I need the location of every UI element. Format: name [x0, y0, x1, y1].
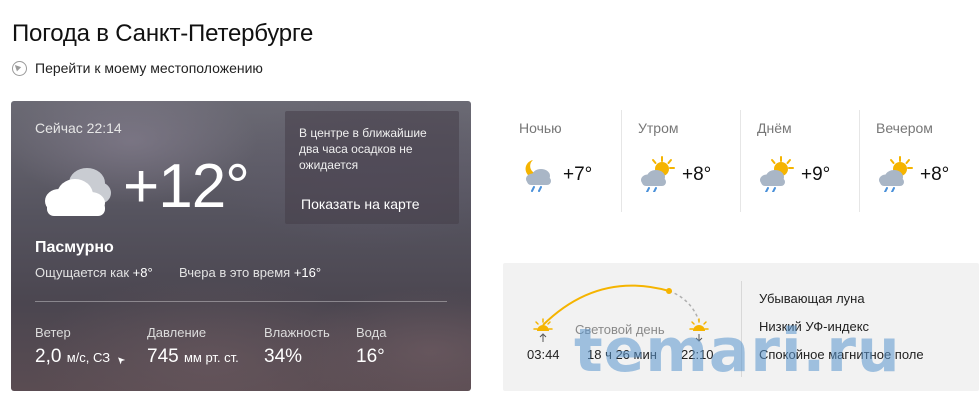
sunset-time: 22:10 [681, 347, 714, 362]
magnetic-field: Спокойное магнитное поле [759, 347, 924, 362]
locate-link[interactable]: Перейти к моему местоположению [12, 60, 263, 76]
location-arrow-icon [12, 60, 27, 76]
day-part-morning[interactable]: Утром +8° [622, 110, 741, 212]
wind-value: 2,0 [35, 346, 62, 367]
humidity-value: 34% [264, 346, 303, 367]
water-param: Вода 16° [356, 325, 386, 368]
page-title: Погода в Санкт-Петербурге [12, 20, 314, 47]
day-part-day[interactable]: Днём +9° [741, 110, 860, 212]
day-parts: Ночью +7° Утром +8° Днём +9° Вечером +8° [503, 110, 979, 212]
moon-phase: Убывающая луна [759, 291, 865, 306]
sun-cloud-rain-icon [641, 156, 675, 192]
wind-label: Ветер [35, 325, 71, 340]
cloudy-icon [45, 168, 111, 216]
current-time: Сейчас 22:14 [35, 120, 122, 136]
divider [35, 301, 447, 302]
feels-like-value: +8° [132, 265, 153, 280]
current-weather-card: Сейчас 22:14 +12° Пасмурно Ощущается как… [11, 101, 471, 391]
uv-index: Низкий УФ-индекс [759, 319, 870, 334]
day-part-temp: +8° [682, 164, 712, 185]
yesterday-value: +16° [293, 265, 322, 280]
sunset-icon [689, 318, 709, 342]
locate-link-label: Перейти к моему местоположению [35, 60, 263, 76]
day-part-evening[interactable]: Вечером +8° [860, 110, 979, 212]
day-part-label: Утром [638, 120, 679, 136]
nowcast-text: В центре в ближайшие два часа осадков не… [299, 126, 427, 172]
feels-like-label: Ощущается как [35, 265, 130, 280]
yesterday-label: Вчера в это время [179, 265, 291, 280]
moon-cloud-rain-icon [525, 160, 551, 192]
wind-param: Ветер 2,0 м/с, СЗ ➤ [35, 325, 129, 368]
divider [741, 281, 742, 377]
day-part-temp: +9° [801, 164, 831, 185]
humidity-param: Влажность 34% [264, 325, 330, 368]
daylight-length: 18 ч 26 мин [587, 347, 657, 362]
day-part-temp: +8° [920, 164, 950, 185]
sun-cloud-rain-icon [760, 156, 794, 192]
day-part-label: Вечером [876, 120, 933, 136]
pressure-value: 745 [147, 346, 179, 367]
pressure-param: Давление 745 мм рт. ст. [147, 325, 239, 368]
sun-moon-panel: Световой день 03:44 18 ч 26 мин 22:10 Уб… [503, 263, 979, 391]
water-label: Вода [356, 325, 387, 340]
pressure-unit: мм рт. ст. [183, 350, 239, 365]
wind-direction-icon: ➤ [114, 352, 129, 367]
nowcast-panel: В центре в ближайшие два часа осадков не… [285, 111, 459, 224]
sun-cloud-rain-icon [879, 156, 913, 192]
condition: Пасмурно [35, 239, 114, 256]
water-value: 16° [356, 346, 385, 367]
feels-like: Ощущается как +8° [35, 265, 153, 280]
day-part-night[interactable]: Ночью +7° [503, 110, 622, 212]
sunrise-icon [533, 318, 553, 342]
pressure-label: Давление [147, 325, 207, 340]
day-part-label: Днём [757, 120, 792, 136]
wind-unit: м/с, СЗ [66, 350, 111, 365]
daylight-label: Световой день [575, 322, 665, 337]
day-part-label: Ночью [519, 120, 562, 136]
current-temperature: +12° [123, 152, 250, 221]
show-on-map-link[interactable]: Показать на карте [301, 196, 420, 212]
yesterday: Вчера в это время +16° [179, 265, 321, 280]
sunrise-time: 03:44 [527, 347, 560, 362]
humidity-label: Влажность [264, 325, 330, 340]
day-part-temp: +7° [563, 164, 593, 185]
